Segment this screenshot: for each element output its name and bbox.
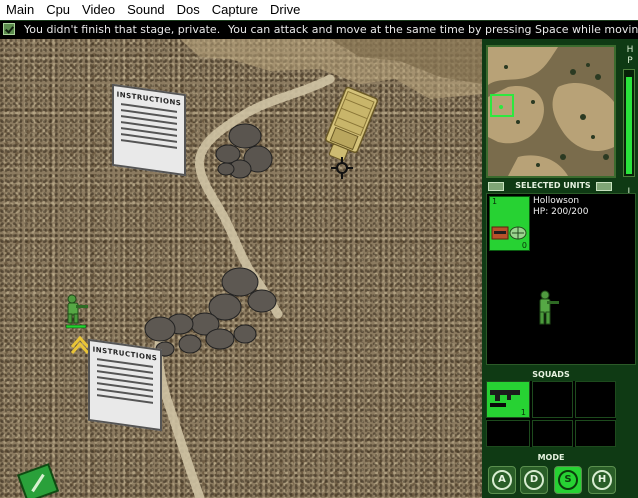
squad-slot[interactable] [575, 381, 616, 418]
message-toggle-button[interactable] [3, 23, 15, 35]
hp-label-text: H P [626, 45, 634, 66]
instruction-sign-upper[interactable]: INSTRUCTIONS [112, 83, 186, 177]
squad-slot[interactable] [532, 381, 573, 418]
menu-capture[interactable]: Capture [206, 0, 264, 20]
mode-h-button[interactable]: H [588, 466, 616, 494]
squad-slot[interactable] [486, 420, 530, 447]
hint-message: You can attack and move at the same time… [228, 23, 638, 36]
side-panel: H P L T M G SELECTED UNITS 1 0 Hollowson… [482, 39, 638, 498]
minimap[interactable] [486, 45, 616, 178]
selected-unit-card[interactable]: 1 0 [489, 196, 530, 251]
menu-bar: Main Cpu Video Sound Dos Capture Drive [0, 0, 638, 20]
game-map[interactable]: INSTRUCTIONS INSTRUCTIONS [0, 39, 482, 498]
minimap-terrain [488, 47, 614, 176]
squad-slot[interactable] [575, 420, 616, 447]
mode-s-icon: S [558, 470, 578, 490]
selected-units-header: SELECTED UNITS [506, 180, 600, 192]
hp-label: H P [624, 45, 636, 67]
unit-slot-count: 0 [521, 241, 527, 250]
unit-hp: HP: 200/200 [533, 207, 589, 217]
squad-slot-count: 1 [520, 408, 526, 417]
squads-grid: 1 [486, 381, 616, 447]
mode-a-icon: A [492, 470, 512, 490]
terrain-layer [16, 39, 482, 498]
squad-slot[interactable]: 1 [486, 381, 530, 418]
squads-header: SQUADS [486, 369, 616, 381]
mode-defend-button[interactable]: D [520, 466, 548, 494]
tan-truck [325, 86, 379, 161]
squad-slot[interactable] [532, 420, 573, 447]
menu-dos[interactable]: Dos [171, 0, 206, 20]
selected-units-prev-button[interactable] [488, 182, 504, 191]
message-bar: You didn't finish that stage, private. Y… [0, 20, 638, 40]
mode-header: MODE [486, 452, 616, 464]
menu-video[interactable]: Video [76, 0, 121, 20]
status-message: You didn't finish that stage, private. [24, 23, 221, 36]
hp-bar-fill [626, 77, 632, 174]
unit-portrait [539, 290, 559, 325]
unit-name: Hollowson [533, 196, 580, 206]
menu-drive[interactable]: Drive [264, 0, 306, 20]
mode-h-icon: H [592, 470, 612, 490]
boulder-cluster-lower [144, 267, 277, 357]
supply-crate-icon [16, 463, 60, 498]
selected-units-next-button[interactable] [596, 182, 612, 191]
menu-main[interactable]: Main [0, 0, 40, 20]
hp-bar [623, 69, 635, 177]
selected-units-panel: 1 0 Hollowson HP: 200/200 [486, 193, 636, 365]
mode-s-button[interactable]: S [554, 466, 582, 494]
mode-attack-button[interactable]: A [488, 466, 516, 494]
rank-chevron-icon [70, 335, 90, 354]
instruction-sign-lower[interactable]: INSTRUCTIONS [88, 338, 162, 432]
mode-d-icon: D [524, 470, 544, 490]
menu-sound[interactable]: Sound [121, 0, 171, 20]
menu-cpu[interactable]: Cpu [40, 0, 76, 20]
green-soldier [64, 294, 88, 329]
crosshair-icon [331, 157, 353, 179]
